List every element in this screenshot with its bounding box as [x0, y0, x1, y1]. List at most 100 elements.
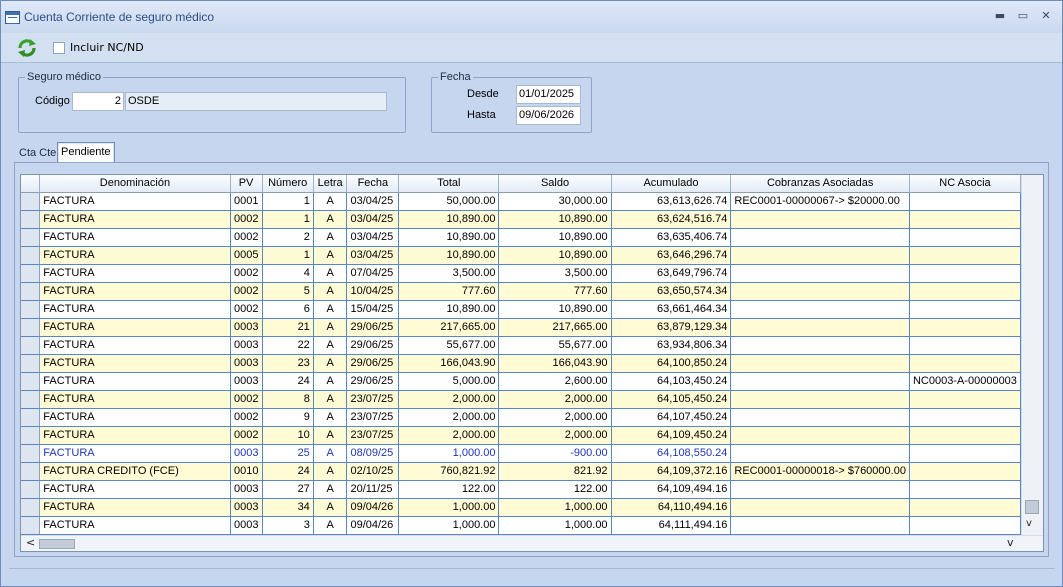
row-selector[interactable] — [21, 462, 41, 481]
hasta-input[interactable]: 09/06/2026 — [516, 106, 581, 125]
table-row[interactable]: FACTURA 0003 27 A 20/11/25 122.00 122.00 64,109… — [21, 480, 1021, 499]
tab-pendiente[interactable]: Pendiente — [57, 142, 115, 163]
table-cell: 0005 — [230, 246, 263, 265]
column-header[interactable]: Letra — [313, 175, 348, 193]
table-cell: FACTURA — [39, 498, 231, 517]
table-cell: 07/04/25 — [346, 264, 400, 283]
column-header[interactable]: NC Asocia — [909, 175, 1021, 193]
table-row[interactable]: FACTURA 0002 6 A 15/04/25 10,890.00 10,890.00 6… — [21, 300, 1021, 319]
table-cell: 4 — [262, 264, 314, 283]
scroll-right-arrow[interactable]: v — [1007, 536, 1014, 549]
table-row[interactable]: FACTURA 0003 21 A 29/06/25 217,665.00 217,665.… — [21, 318, 1021, 337]
table-cell — [909, 336, 1021, 355]
table-cell: 217,665.00 — [398, 318, 500, 337]
row-selector[interactable] — [21, 426, 41, 445]
table-cell — [730, 210, 910, 229]
column-header[interactable]: Total — [398, 175, 500, 193]
row-selector[interactable] — [21, 264, 41, 283]
table-row[interactable]: FACTURA 0002 1 A 03/04/25 10,890.00 10,890.00 6… — [21, 210, 1021, 229]
table-cell: REC0001-00000018-> $760000.00 — [730, 462, 910, 481]
table-cell — [909, 264, 1021, 283]
row-selector[interactable] — [21, 372, 41, 391]
table-cell: 8 — [262, 390, 314, 409]
table-cell: FACTURA — [39, 210, 231, 229]
table-row[interactable]: FACTURA 0003 23 A 29/06/25 166,043.90 166,043.… — [21, 354, 1021, 373]
row-selector[interactable] — [21, 408, 41, 427]
table-cell: 20/11/25 — [346, 480, 400, 499]
table-cell: 23/07/25 — [346, 390, 400, 409]
column-header[interactable]: Número — [262, 175, 314, 193]
main-window: Cuenta Corriente de seguro médico ▬ ▭ ✕ … — [0, 0, 1063, 587]
table-cell: 10,890.00 — [398, 246, 500, 265]
table-row[interactable]: FACTURA 0003 34 A 09/04/26 1,000.00 1,000.00 64… — [21, 498, 1021, 517]
table-cell: 2,600.00 — [498, 372, 612, 391]
table-row[interactable]: FACTURA 0002 5 A 10/04/25 777.60 777.60 63,650,… — [21, 282, 1021, 301]
row-selector[interactable] — [21, 246, 41, 265]
table-row[interactable]: FACTURA 0002 2 A 03/04/25 10,890.00 10,890.00 6… — [21, 228, 1021, 247]
column-header[interactable]: Cobranzas Asociadas — [730, 175, 910, 193]
table-row[interactable]: FACTURA 0002 9 A 23/07/25 2,000.00 2,000.00 64,… — [21, 408, 1021, 427]
row-selector[interactable] — [21, 480, 41, 499]
horizontal-scroll-thumb[interactable] — [39, 539, 75, 549]
table-row[interactable]: FACTURA 0005 1 A 03/04/25 10,890.00 10,890.00 6… — [21, 246, 1021, 265]
seguro-medico-legend: Seguro médico — [27, 71, 101, 83]
refresh-icon[interactable] — [16, 38, 38, 58]
horizontal-scrollbar[interactable]: < v — [21, 535, 1043, 551]
table-cell: 02/10/25 — [346, 462, 400, 481]
table-cell: 10,890.00 — [498, 210, 612, 229]
table-cell: 1,000.00 — [398, 444, 500, 463]
column-header[interactable]: PV — [230, 175, 263, 193]
minimize-button[interactable]: ▬ — [992, 9, 1008, 23]
table-cell: 777.60 — [398, 282, 500, 301]
table-cell: 64,109,372.16 — [611, 462, 732, 481]
row-selector[interactable] — [21, 318, 41, 337]
scroll-down-arrow[interactable]: v — [1026, 518, 1032, 529]
table-cell: 63,646,296.74 — [611, 246, 732, 265]
table-cell: 10,890.00 — [398, 300, 500, 319]
tab-cta-cte[interactable]: Cta Cte — [16, 144, 59, 163]
table-cell: 64,107,450.24 — [611, 408, 732, 427]
table-row[interactable]: FACTURA 0002 8 A 23/07/25 2,000.00 2,000.00 64,… — [21, 390, 1021, 409]
table-row[interactable]: FACTURA 0003 24 A 29/06/25 5,000.00 2,600.00 64… — [21, 372, 1021, 391]
table-cell — [730, 516, 910, 535]
row-selector[interactable] — [21, 210, 41, 229]
row-selector[interactable] — [21, 282, 41, 301]
table-cell: 217,665.00 — [498, 318, 612, 337]
row-selector[interactable] — [21, 498, 41, 517]
row-selector[interactable] — [21, 354, 41, 373]
vertical-scrollbar[interactable]: v — [1021, 175, 1043, 535]
desde-input[interactable]: 01/01/2025 — [516, 85, 581, 104]
table-row[interactable]: FACTURA 0003 3 A 09/04/26 1,000.00 1,000.00 64,… — [21, 516, 1021, 535]
row-selector[interactable] — [21, 444, 41, 463]
scroll-left-arrow[interactable]: < — [26, 536, 35, 549]
column-header[interactable]: Denominación — [39, 175, 231, 193]
row-selector[interactable] — [21, 516, 41, 535]
column-header[interactable]: Fecha — [346, 175, 400, 193]
maximize-button[interactable]: ▭ — [1015, 9, 1031, 23]
table-cell: 29/06/25 — [346, 318, 400, 337]
column-header[interactable]: Acumulado — [611, 175, 732, 193]
table-cell — [730, 282, 910, 301]
table-row[interactable]: FACTURA 0003 25 A 08/09/25 1,000.00 -900.00 64,… — [21, 444, 1021, 463]
table-cell: 63,661,464.34 — [611, 300, 732, 319]
column-header[interactable]: Saldo — [498, 175, 612, 193]
table-cell: 63,934,806.34 — [611, 336, 732, 355]
table-cell: 24 — [262, 462, 314, 481]
table-cell: 64,105,450.24 — [611, 390, 732, 409]
table-row[interactable]: FACTURA 0002 10 A 23/07/25 2,000.00 2,000.00 64… — [21, 426, 1021, 445]
table-cell: 23 — [262, 354, 314, 373]
codigo-input[interactable]: 2 — [72, 92, 124, 111]
row-selector-header[interactable] — [21, 175, 41, 193]
table-row[interactable]: FACTURA CREDITO (FCE) 0010 24 A 02/10/25 760,… — [21, 462, 1021, 481]
vertical-scroll-thumb[interactable] — [1025, 500, 1039, 514]
row-selector[interactable] — [21, 192, 41, 211]
row-selector[interactable] — [21, 336, 41, 355]
table-row[interactable]: FACTURA 0001 1 A 03/04/25 50,000.00 30,000.00 6… — [21, 192, 1021, 211]
table-row[interactable]: FACTURA 0003 22 A 29/06/25 55,677.00 55,677.00… — [21, 336, 1021, 355]
row-selector[interactable] — [21, 228, 41, 247]
table-row[interactable]: FACTURA 0002 4 A 07/04/25 3,500.00 3,500.00 63,… — [21, 264, 1021, 283]
include-ncnd-checkbox[interactable] — [53, 42, 65, 54]
close-button[interactable]: ✕ — [1038, 9, 1054, 23]
row-selector[interactable] — [21, 390, 41, 409]
row-selector[interactable] — [21, 300, 41, 319]
